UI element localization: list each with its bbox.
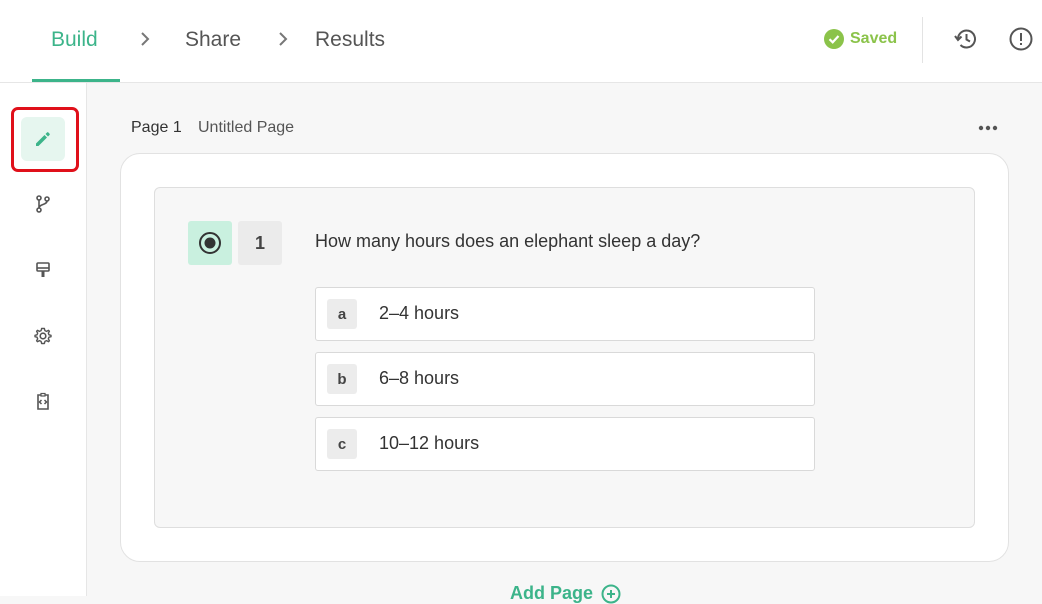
info-alert-icon[interactable]	[1008, 26, 1034, 52]
option-key: b	[327, 364, 357, 394]
add-page-button[interactable]: Add Page	[510, 583, 621, 604]
answer-option-a[interactable]: a 2–4 hours	[315, 287, 815, 341]
chevron-right-icon	[279, 32, 288, 46]
option-text[interactable]: 6–8 hours	[379, 368, 459, 389]
sidebar-item-embed[interactable]	[21, 380, 65, 424]
check-circle-icon	[824, 29, 844, 49]
chevron-right-icon	[141, 32, 150, 46]
paint-roller-icon	[36, 262, 50, 277]
sidebar-item-design[interactable]	[21, 248, 65, 292]
answer-option-b[interactable]: b 6–8 hours	[315, 352, 815, 406]
question-type-badge[interactable]	[188, 221, 232, 265]
history-icon[interactable]	[953, 26, 979, 52]
tab-share[interactable]: Share	[185, 0, 241, 82]
option-key: c	[327, 429, 357, 459]
answer-option-c[interactable]: c 10–12 hours	[315, 417, 815, 471]
plus-circle-icon	[601, 584, 621, 603]
active-tab-indicator	[32, 79, 120, 82]
top-bar: Build Share Results Saved	[0, 0, 1042, 83]
branch-icon	[36, 195, 50, 213]
add-page-label: Add Page	[510, 583, 594, 603]
tab-build[interactable]: Build	[51, 0, 98, 82]
tab-results[interactable]: Results	[315, 0, 385, 82]
divider	[922, 17, 923, 63]
question-number: 1	[238, 221, 282, 265]
embed-code-icon	[37, 392, 49, 410]
option-text[interactable]: 10–12 hours	[379, 433, 479, 454]
sidebar-item-logic[interactable]	[21, 182, 65, 226]
saved-status: Saved	[824, 28, 897, 50]
highlight-box	[11, 107, 79, 172]
saved-label: Saved	[850, 30, 898, 47]
more-options-icon[interactable]	[976, 120, 1000, 136]
option-text[interactable]: 2–4 hours	[379, 303, 459, 324]
page-number-label: Page 1	[131, 119, 182, 136]
page-title[interactable]: Untitled Page	[198, 119, 294, 137]
question-text[interactable]: How many hours does an elephant sleep a …	[315, 231, 700, 252]
radio-button-icon	[199, 232, 221, 254]
sidebar-item-settings[interactable]	[21, 314, 65, 358]
gear-icon	[34, 327, 52, 345]
option-key: a	[327, 299, 357, 329]
